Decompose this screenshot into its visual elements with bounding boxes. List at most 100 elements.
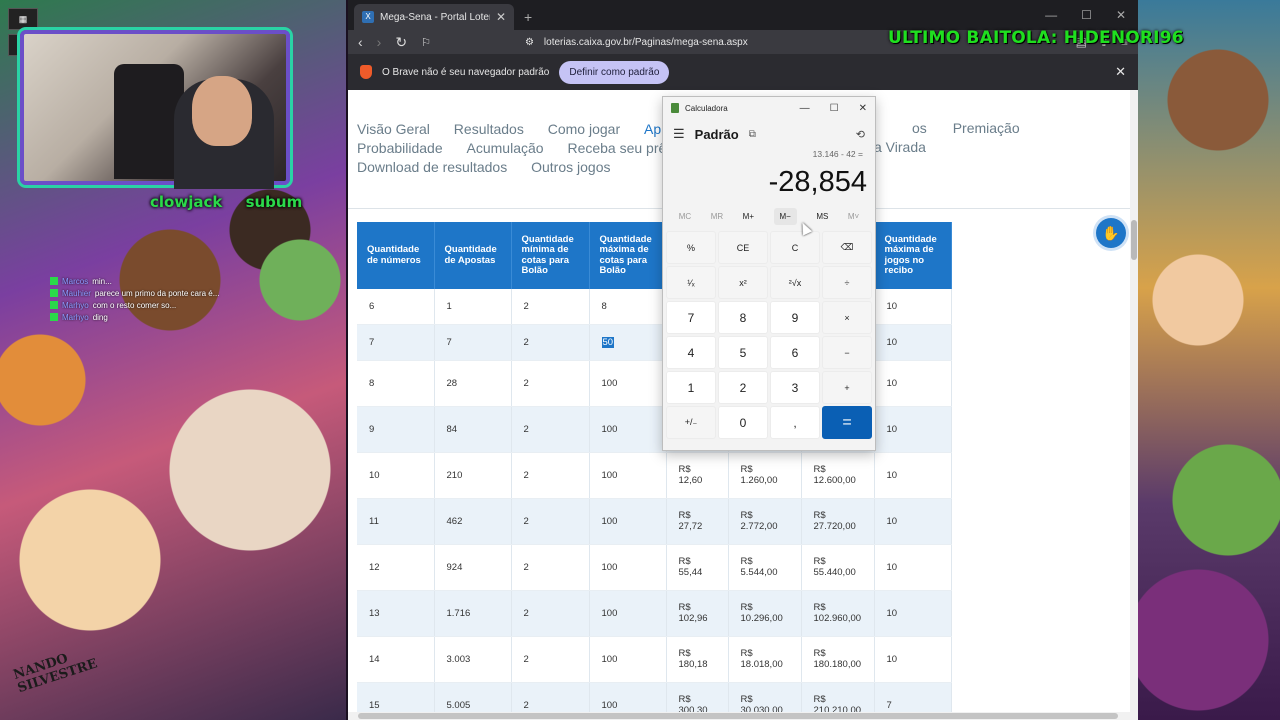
decimal-button[interactable]: ,	[770, 406, 820, 439]
nav-link[interactable]: Resultados	[454, 120, 524, 139]
vertical-scrollbar[interactable]	[1130, 90, 1138, 720]
add-button[interactable]: +	[822, 371, 872, 404]
negate-button[interactable]: +/₋	[666, 406, 716, 439]
nav-link[interactable]: os	[912, 120, 927, 136]
table-cell: 462	[434, 498, 512, 545]
digit-5-button[interactable]: 5	[718, 336, 768, 369]
table-cell: 13	[357, 590, 435, 637]
section-nav-right: os Premiação	[912, 120, 1020, 136]
nav-link[interactable]: a Virada	[874, 139, 926, 155]
table-cell: 10	[874, 406, 952, 453]
table-cell: 100	[589, 544, 667, 591]
close-icon[interactable]: ✕	[859, 103, 867, 114]
calc-mode-title: Padrão	[694, 126, 739, 142]
column-header: Quantidade mínima de cotas para Bolão	[511, 222, 590, 289]
calc-expression: 13.146 - 42 =	[812, 149, 863, 159]
backspace-button[interactable]: ⌫	[822, 231, 872, 264]
scrollbar-thumb[interactable]	[1131, 220, 1137, 260]
nav-link[interactable]: Download de resultados	[357, 158, 507, 177]
minimize-icon[interactable]: —	[800, 103, 810, 114]
nav-link[interactable]: Receba seu prê	[567, 139, 666, 158]
table-cell: 28	[434, 360, 512, 407]
table-cell: 2	[511, 324, 590, 361]
selected-text[interactable]: 50	[601, 336, 615, 348]
memory-add-button[interactable]: M+	[743, 212, 754, 221]
multiply-button[interactable]: ×	[822, 301, 872, 334]
table-cell: 12	[357, 544, 435, 591]
digit-7-button[interactable]: 7	[666, 301, 716, 334]
table-cell: 1	[434, 289, 512, 325]
table-cell: R$ 102,96	[666, 590, 729, 637]
tab-mega-sena[interactable]: X Mega-Sena - Portal Loterias | CAIX ✕	[354, 4, 514, 30]
nav-link[interactable]: Acumulação	[467, 139, 544, 158]
tab-title: Mega-Sena - Portal Loterias | CAIX	[380, 11, 490, 23]
column-header: Quantidade de números	[357, 222, 435, 289]
memory-clear-button[interactable]: MC	[679, 212, 691, 221]
table-cell: 10	[874, 590, 952, 637]
table-cell: 100	[589, 360, 667, 407]
forward-icon[interactable]: ›	[377, 34, 382, 50]
subtract-button[interactable]: −	[822, 336, 872, 369]
memory-subtract-button[interactable]: M−	[773, 207, 797, 225]
nav-link[interactable]: Ap	[644, 120, 661, 139]
clear-entry-button[interactable]: CE	[718, 231, 768, 264]
table-cell: 11	[357, 498, 435, 545]
maximize-icon[interactable]: ☐	[830, 103, 839, 114]
digit-4-button[interactable]: 4	[666, 336, 716, 369]
back-icon[interactable]: ‹	[358, 34, 363, 50]
accessibility-button[interactable]: ✋	[1096, 218, 1126, 248]
square-button[interactable]: x²	[718, 266, 768, 299]
digit-3-button[interactable]: 3	[770, 371, 820, 404]
infobar-close-icon[interactable]: ✕	[1115, 64, 1126, 80]
hamburger-menu-icon[interactable]: ☰	[673, 126, 685, 142]
chat-user: Marhyo	[62, 300, 89, 310]
clear-button[interactable]: C	[770, 231, 820, 264]
table-cell: 2	[511, 590, 590, 637]
minimize-icon[interactable]: —	[1045, 8, 1057, 22]
table-cell: 10	[874, 289, 952, 325]
nav-link[interactable]: Premiação	[953, 120, 1020, 136]
table-cell: R$ 2.772,00	[728, 498, 802, 545]
chat-text: min...	[92, 276, 112, 286]
divide-button[interactable]: ÷	[822, 266, 872, 299]
table-cell: 1.716	[434, 590, 512, 637]
reciprocal-button[interactable]: ¹⁄ₓ	[666, 266, 716, 299]
caixa-favicon-icon: X	[362, 11, 374, 23]
scrollbar-thumb[interactable]	[358, 713, 1118, 719]
new-tab-button[interactable]: +	[524, 9, 532, 25]
digit-0-button[interactable]: 0	[718, 406, 768, 439]
tab-close-icon[interactable]: ✕	[496, 10, 506, 24]
digit-1-button[interactable]: 1	[666, 371, 716, 404]
history-icon[interactable]: ⟲	[856, 128, 865, 141]
digit-2-button[interactable]: 2	[718, 371, 768, 404]
nav-link[interactable]: Visão Geral	[357, 120, 430, 139]
brave-icon	[360, 65, 372, 79]
stream-chat: Marcos min... Mauhier parece um primo da p…	[50, 275, 250, 323]
url-field[interactable]: ⚙ loterias.caixa.gov.br/Paginas/mega-sen…	[525, 37, 748, 48]
percent-button[interactable]: %	[666, 231, 716, 264]
square-root-button[interactable]: ²√x	[770, 266, 820, 299]
digit-6-button[interactable]: 6	[770, 336, 820, 369]
infobar-text: O Brave não é seu navegador padrão	[382, 66, 550, 78]
close-window-icon[interactable]: ✕	[1116, 8, 1126, 22]
digit-9-button[interactable]: 9	[770, 301, 820, 334]
reload-icon[interactable]: ↻	[395, 34, 407, 51]
memory-store-button[interactable]: MS	[816, 212, 828, 221]
maximize-icon[interactable]: ☐	[1081, 8, 1092, 22]
nav-link[interactable]: Outros jogos	[531, 158, 610, 177]
nav-link[interactable]: Probabilidade	[357, 139, 443, 158]
digit-8-button[interactable]: 8	[718, 301, 768, 334]
keep-on-top-icon[interactable]: ⧉	[749, 129, 756, 140]
horizontal-scrollbar[interactable]	[348, 712, 1130, 720]
set-default-button[interactable]: Definir como padrão	[559, 60, 670, 84]
dock-icon: ▦	[8, 8, 38, 30]
memory-list-button[interactable]: M˅	[848, 212, 859, 221]
memory-recall-button[interactable]: MR	[711, 212, 723, 221]
table-cell: 9	[357, 406, 435, 453]
nav-link[interactable]: Como jogar	[548, 120, 620, 139]
calc-keypad: % CE C ⌫ ¹⁄ₓ x² ²√x ÷ 7 8 9 × 4 5 6 − 1 …	[663, 229, 875, 439]
equals-button[interactable]: =	[822, 406, 872, 439]
bookmark-icon[interactable]: ⚐	[421, 36, 431, 49]
site-settings-icon[interactable]: ⚙	[525, 37, 534, 48]
table-cell: 84	[434, 406, 512, 453]
